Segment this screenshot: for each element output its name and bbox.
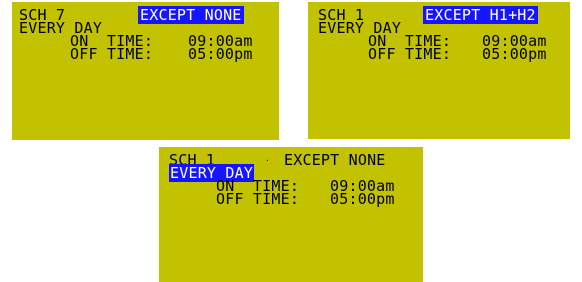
off-time-value[interactable]: 05:00pm	[188, 47, 253, 62]
off-time-label: OFF TIME:	[70, 45, 154, 63]
except-field[interactable]: EXCEPT NONE	[284, 153, 386, 168]
cursor-dot-icon: ·	[265, 156, 271, 165]
off-time-label: OFF TIME:	[216, 190, 300, 208]
off-time-value[interactable]: 05:00pm	[330, 192, 395, 207]
lcd-screen-2: SCH 1 EXCEPT H1+H2 EVERY DAY ON TIME: 09…	[308, 2, 570, 139]
lcd-screen-3: SCH 1 · EXCEPT NONE EVERY DAY ON TIME: 0…	[159, 147, 423, 282]
off-time-label: OFF TIME:	[368, 45, 452, 63]
except-field[interactable]: EXCEPT H1+H2	[423, 6, 538, 24]
lcd-screen-1: SCH 7 EXCEPT NONE EVERY DAY ON TIME: 09:…	[12, 2, 279, 140]
off-time-value[interactable]: 05:00pm	[482, 47, 547, 62]
except-value-highlighted[interactable]: EXCEPT H1+H2	[423, 6, 538, 24]
except-value-highlighted[interactable]: EXCEPT NONE	[138, 6, 244, 24]
except-field[interactable]: EXCEPT NONE	[138, 6, 244, 24]
